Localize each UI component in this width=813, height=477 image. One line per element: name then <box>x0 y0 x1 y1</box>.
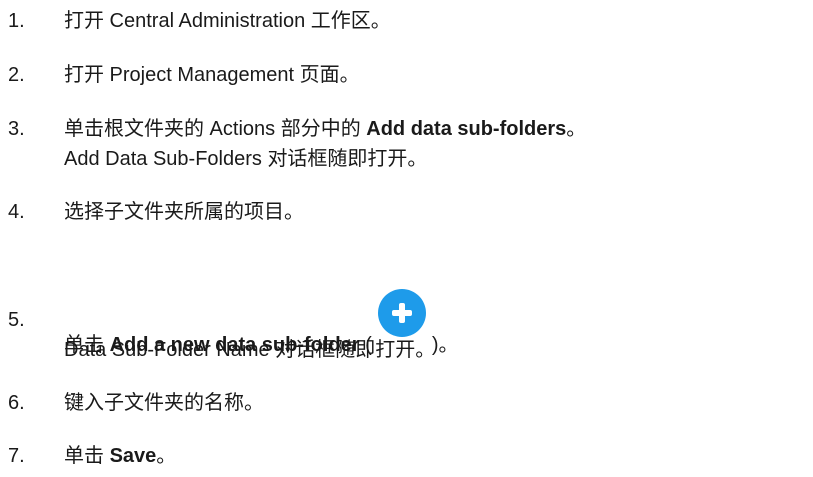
step-number: 6. <box>8 392 25 414</box>
step-number: 4. <box>8 201 25 223</box>
step-number: 7. <box>8 445 25 467</box>
step-result: Add Data Sub-Folders 对话框随即打开。 <box>64 148 428 170</box>
step-text: 键入子文件夹的名称。 <box>64 392 264 414</box>
step-text: 单击根文件夹的 Actions 部分中的 Add data sub-folder… <box>64 114 586 144</box>
step-text-lead: 单击 <box>64 445 110 467</box>
step-text-tail: 。 <box>566 118 587 140</box>
step-number: 1. <box>8 10 25 32</box>
step-text-lead: 单击根文件夹的 Actions 部分中的 <box>64 118 367 140</box>
step-text-tail: )。 <box>431 334 459 356</box>
step-number: 3. <box>8 118 25 140</box>
step-number: 2. <box>8 64 25 86</box>
step-result: Data Sub-Folder Name 对话框随即打开。 <box>64 339 436 361</box>
step-text: 打开 Project Management 页面。 <box>64 64 360 86</box>
step-text: 选择子文件夹所属的项目。 <box>64 201 304 223</box>
add-circle-icon <box>377 289 426 337</box>
step-text: 单击 Save。 <box>64 441 176 471</box>
step-text: 打开 Central Administration 工作区。 <box>64 10 391 32</box>
ui-element-name: Save <box>109 445 157 467</box>
step-number: 5. <box>8 309 25 331</box>
step-text-tail: 。 <box>156 445 177 467</box>
ui-element-name: Add data sub-folders <box>366 118 567 140</box>
